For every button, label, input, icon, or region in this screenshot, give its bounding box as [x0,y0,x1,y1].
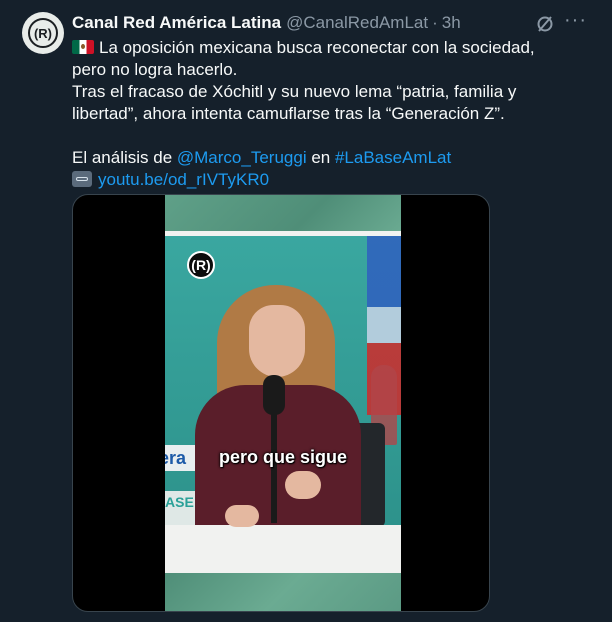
avatar[interactable]: (R) [22,12,64,54]
video-bottom-band [165,573,401,611]
video-logo: (R) [187,251,215,279]
video-top-band [165,195,401,235]
tweet-text: La oposición mexicana busca reconectar c… [72,37,592,191]
header-separator: · [432,13,438,32]
grok-icon[interactable] [535,14,555,34]
timestamp[interactable]: 3h [442,13,461,33]
tweet-line-5-mid: en [306,148,335,167]
hashtag-link[interactable]: #LaBaseAmLat [335,148,451,167]
microphone [263,375,285,415]
tweet-header: Canal Red América Latina @CanalRedAmLat … [72,12,461,34]
video-caption: pero que sigue [218,447,348,467]
video-frame[interactable]: era ASE (R) pero que sigue [165,195,401,611]
avatar-logo: (R) [28,18,58,48]
author-handle[interactable]: @CanalRedAmLat [286,13,428,33]
avatar-logo-text: (R) [33,25,53,41]
tweet-line-2: pero no logra hacerlo. [72,60,238,79]
link-icon [72,171,92,187]
tweet-line-1: La oposición mexicana busca reconectar c… [99,38,535,57]
author-name[interactable]: Canal Red América Latina [72,13,281,33]
mexico-flag-icon [72,40,94,54]
video-media[interactable]: era ASE (R) pero que sigue [72,194,490,612]
tweet-line-5-prefix: El análisis de [72,148,177,167]
url-link[interactable]: youtu.be/od_rIVTyKR0 [98,170,269,189]
video-scene: era ASE [165,235,401,573]
more-icon[interactable]: ··· [564,10,586,34]
tweet-line-3: Tras el fracaso de Xóchitl y su nuevo le… [72,82,517,101]
tweet-line-4: libertad”, ahora intenta camuflarse tras… [72,104,505,123]
mention-link[interactable]: @Marco_Teruggi [177,148,307,167]
